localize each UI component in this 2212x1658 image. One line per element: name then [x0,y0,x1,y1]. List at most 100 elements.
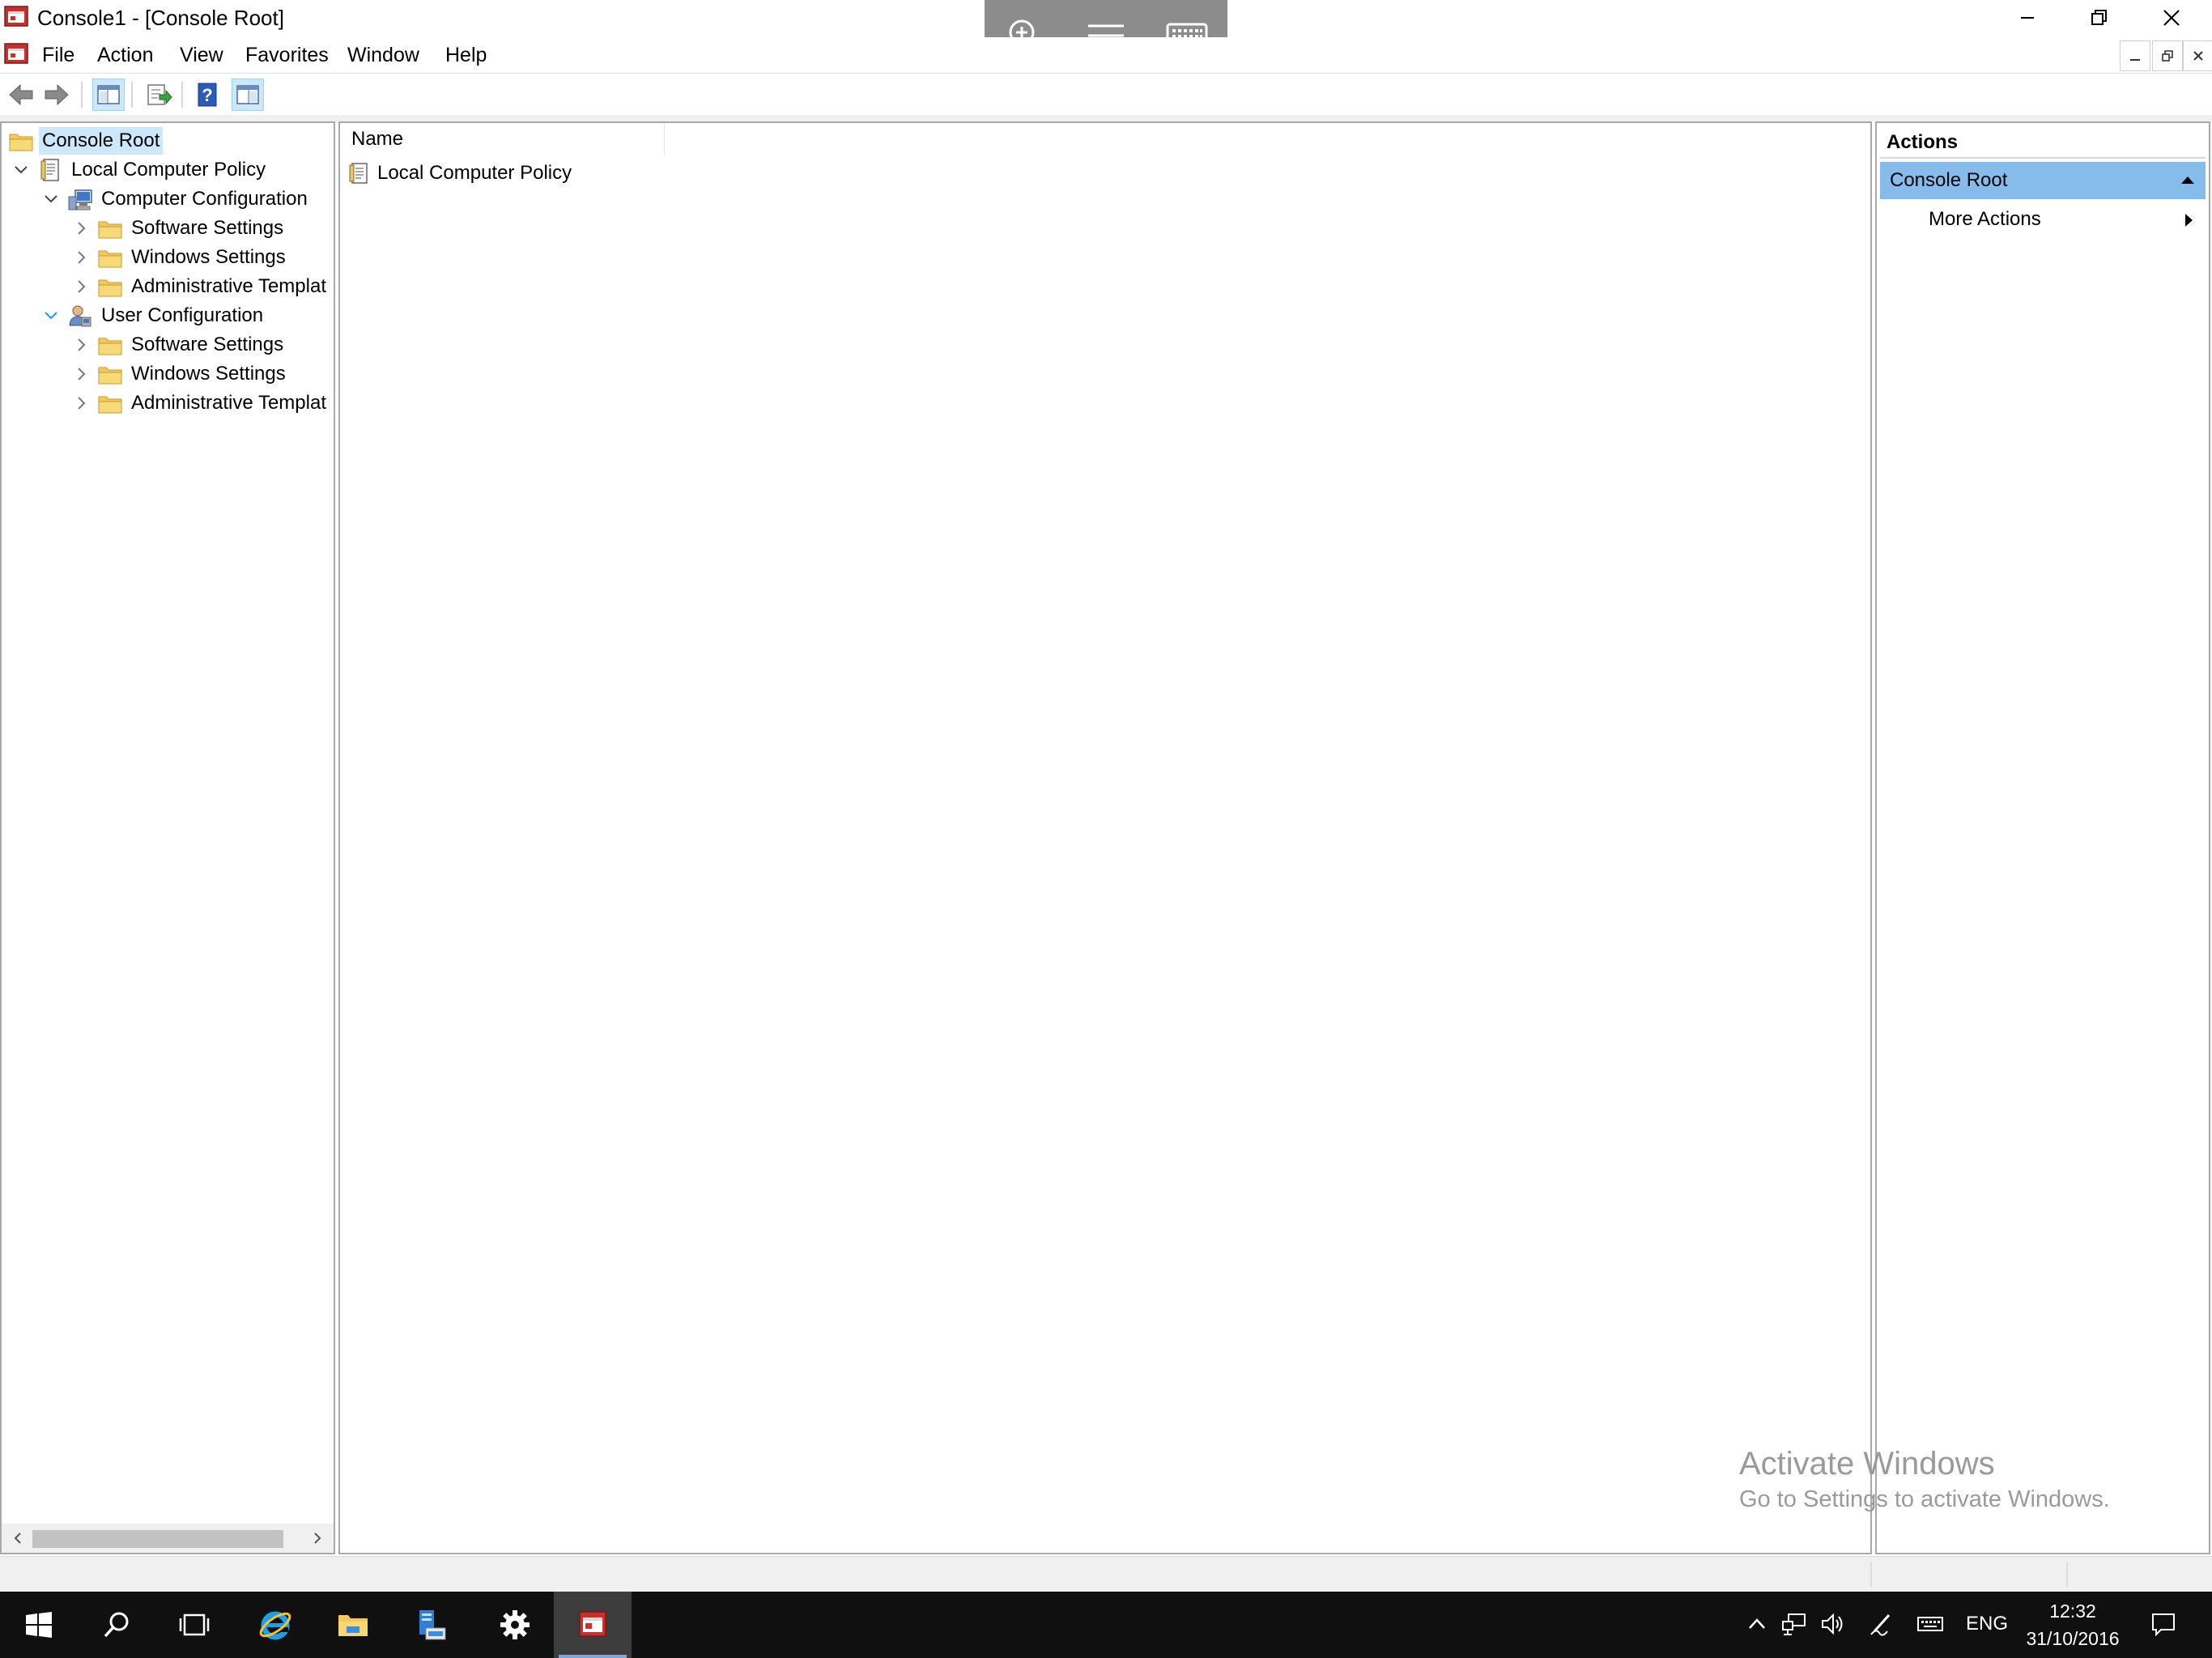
task-view-button[interactable] [155,1592,233,1658]
tree-item-label: User Configuration [101,304,264,326]
menu-view[interactable]: View [180,42,223,68]
search-button[interactable] [78,1592,155,1658]
show-hide-action-pane-button[interactable] [232,79,264,111]
chevron-down-icon[interactable] [36,185,66,214]
status-bar [0,1556,2212,1592]
close-icon [2163,10,2180,26]
chevron-right-icon[interactable] [66,243,96,272]
scroll-right-icon[interactable] [303,1524,332,1553]
status-separator [2066,1562,2068,1588]
tree-horizontal-scrollbar[interactable] [2,1524,334,1553]
clock-time[interactable]: 12:32 [2024,1598,2121,1624]
scroll-left-icon[interactable] [3,1524,32,1553]
show-hidden-icons-button[interactable] [1741,1608,1773,1640]
restore-button[interactable] [2065,0,2133,36]
network-button[interactable] [1778,1608,1810,1640]
actions-pane: Actions Console Root More Actions [1875,121,2210,1554]
folder-icon [96,274,125,300]
menu-bar: File Action View Favorites Window Help [0,37,2212,71]
column-header-name[interactable]: Name [351,126,403,152]
back-button[interactable] [5,79,37,111]
tree-item[interactable]: Software Settings [66,214,287,243]
tree-item[interactable]: Computer Configuration [36,185,311,214]
list-item[interactable]: Local Computer Policy [347,159,572,188]
start-button[interactable] [0,1592,78,1658]
tree-item-label: Software Settings [131,217,284,239]
server-manager-icon [419,1610,446,1640]
tree-item-label: Windows Settings [131,246,286,268]
child-minimize-button[interactable] [2120,40,2150,71]
chevron-right-icon[interactable] [66,214,96,243]
chevron-down-icon[interactable] [36,301,66,330]
watermark-subtitle: Go to Settings to activate Windows. [1739,1486,2110,1512]
tree-item-label: Windows Settings [131,363,286,385]
internet-explorer-button[interactable] [236,1592,314,1658]
forward-button[interactable] [40,79,73,111]
more-actions-label: More Actions [1929,208,2041,230]
help-button[interactable]: ? [191,79,223,111]
child-close-button[interactable] [2183,40,2212,71]
column-header[interactable]: Name [340,123,1870,155]
menu-favorites[interactable]: Favorites [245,42,329,68]
volume-button[interactable] [1817,1608,1849,1640]
file-explorer-button[interactable] [314,1592,392,1658]
minimize-button[interactable] [1993,0,2061,36]
scrollbar-thumb[interactable] [32,1530,283,1548]
settings-button[interactable] [476,1592,554,1658]
tree-item[interactable]: Windows Settings [66,359,289,389]
network-icon [1782,1613,1806,1635]
column-resize-handle[interactable] [664,123,665,155]
policy-icon [36,157,65,183]
actions-section-console-root[interactable]: Console Root [1880,162,2206,199]
clock-date[interactable]: 31/10/2016 [2019,1626,2126,1652]
folder-icon [96,215,125,241]
folder-icon [96,332,125,358]
tree-item[interactable]: Console Root [6,126,164,155]
start-icon [26,1612,52,1638]
actions-header: Actions [1880,126,2206,159]
collapse-up-icon[interactable] [2180,173,2196,186]
minimize-icon [2130,59,2140,61]
chevron-right-icon[interactable] [66,272,96,301]
chevron-right-icon[interactable] [66,330,96,359]
chevron-right-icon[interactable] [66,389,96,418]
file-explorer-icon [338,1615,368,1636]
toolbar-separator [81,82,83,108]
mmc-console-button[interactable] [554,1592,632,1658]
pen-workspace-button[interactable] [1865,1608,1898,1640]
tree-item[interactable]: Local Computer Policy [6,155,269,185]
more-actions-item[interactable]: More Actions [1880,202,2206,236]
tree-item[interactable]: Software Settings [66,330,287,359]
touch-keyboard-button[interactable] [1914,1608,1946,1640]
server-manager-button[interactable] [392,1592,470,1658]
input-language-indicator[interactable]: ENG [1966,1611,2008,1637]
child-restore-button[interactable] [2152,40,2183,71]
action-center-button[interactable] [2147,1608,2180,1640]
policy-icon [347,160,372,186]
close-button[interactable] [2138,0,2206,36]
tree-item[interactable]: Windows Settings [66,243,289,272]
document-menu-icon[interactable] [3,42,29,66]
chevron-down-icon[interactable] [6,155,36,185]
tree-item[interactable]: Administrative Templat [66,389,330,418]
export-list-button[interactable] [143,79,175,111]
chevron-right-icon[interactable] [66,359,96,389]
menu-file[interactable]: File [42,42,74,68]
tree-item[interactable]: Administrative Templat [66,272,330,301]
back-icon [9,83,33,106]
activate-windows-watermark: Activate Windows Go to Settings to activ… [1739,1444,2110,1516]
help-icon: ? [198,83,217,107]
menu-window[interactable]: Window [347,42,419,68]
tree-item[interactable]: User Configuration [36,301,266,330]
search-icon [104,1612,129,1638]
menu-help[interactable]: Help [445,42,487,68]
mmc-app-icon[interactable] [3,5,29,29]
svg-text:?: ? [202,85,212,105]
tree-pane: Console Root Local Computer Policy Compute… [0,121,335,1554]
tree-item-label: Administrative Templat [131,275,326,297]
menu-action[interactable]: Action [97,42,153,68]
toolbar-separator [181,82,183,108]
tree-item-label: Console Root [39,127,164,155]
minimize-icon [2021,17,2034,19]
show-hide-tree-button[interactable] [92,79,125,111]
